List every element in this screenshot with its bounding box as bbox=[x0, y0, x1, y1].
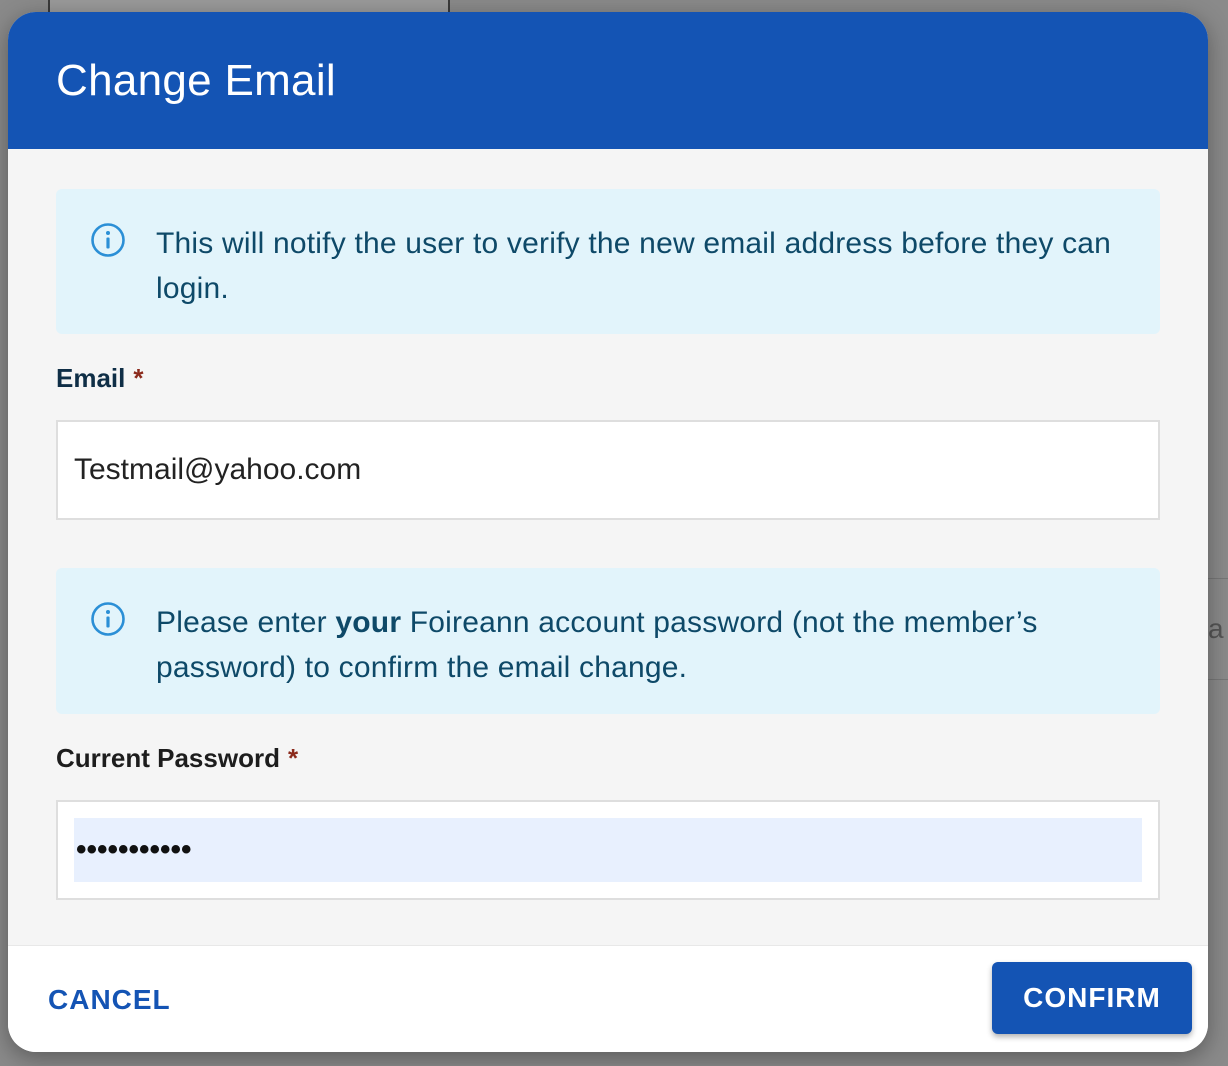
dialog-body: This will notify the user to verify the … bbox=[8, 149, 1208, 945]
email-notice-alert: This will notify the user to verify the … bbox=[56, 189, 1160, 334]
email-notice-text: This will notify the user to verify the … bbox=[156, 227, 1112, 305]
confirm-button[interactable]: CONFIRM bbox=[992, 962, 1192, 1034]
required-asterisk: * bbox=[287, 743, 299, 773]
info-icon bbox=[91, 223, 125, 257]
email-label-text: Email bbox=[56, 363, 126, 393]
change-email-dialog: Change Email This will notify the user t… bbox=[8, 12, 1208, 1052]
dialog-footer: CANCEL CONFIRM bbox=[8, 945, 1208, 1052]
required-asterisk: * bbox=[133, 363, 144, 393]
password-notice-text: Please enter your Foireann account passw… bbox=[156, 600, 1120, 690]
email-label: Email * bbox=[56, 358, 1160, 398]
email-field[interactable] bbox=[74, 422, 1142, 518]
password-notice-text-start: Please enter bbox=[156, 606, 336, 639]
password-notice-emphasis: your bbox=[335, 606, 402, 639]
password-masked-value: ••••••••••• bbox=[76, 833, 192, 866]
current-password-field[interactable]: ••••••••••• bbox=[74, 818, 1142, 882]
info-icon bbox=[91, 602, 125, 636]
current-password-field-container: ••••••••••• bbox=[56, 800, 1160, 900]
email-field-container bbox=[56, 420, 1160, 520]
current-password-label-text: Current Password bbox=[56, 743, 280, 773]
password-notice-alert: Please enter your Foireann account passw… bbox=[56, 568, 1160, 714]
dialog-header: Change Email bbox=[8, 12, 1208, 149]
background-table-cell: a bbox=[1208, 578, 1228, 680]
dialog-title: Change Email bbox=[56, 55, 336, 105]
cancel-button[interactable]: CANCEL bbox=[40, 970, 179, 1030]
current-password-label: Current Password * bbox=[56, 738, 1160, 778]
